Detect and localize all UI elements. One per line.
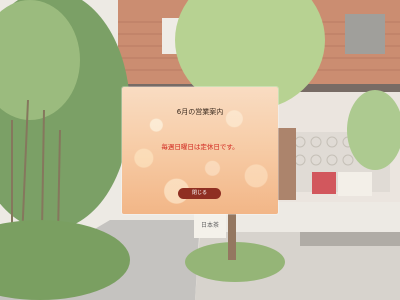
notice-modal: 6月の営業案内 毎週日曜日は定休日です。 閉じる [122, 87, 278, 214]
notice-title: 6月の営業案内 [176, 108, 224, 116]
close-button[interactable]: 閉じる [178, 188, 221, 199]
notice-message: 毎週日曜日は定休日です。 [161, 143, 239, 151]
